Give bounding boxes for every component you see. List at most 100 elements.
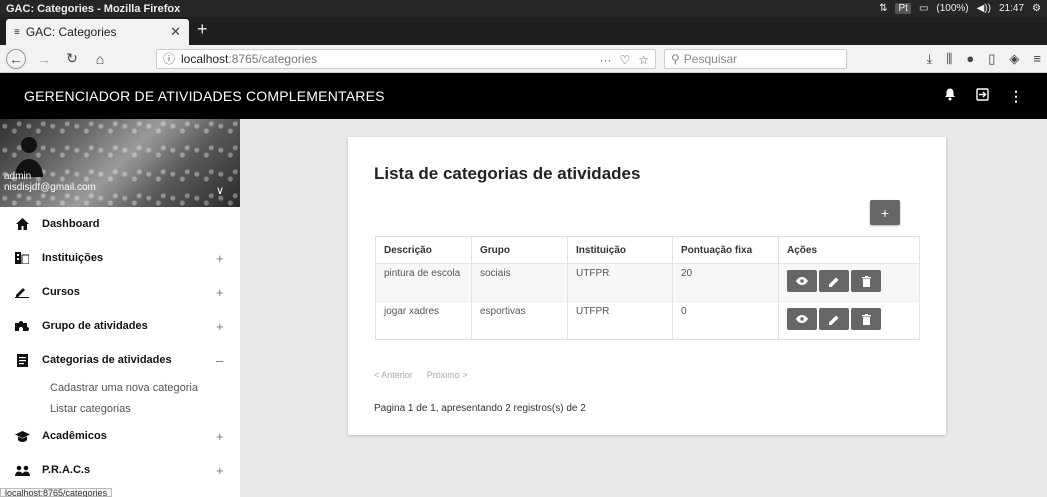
edit-button[interactable]: [819, 308, 849, 330]
address-bar[interactable]: ⓘ localhost :8765/categories ··· ♡ ☆: [156, 48, 656, 69]
document-icon: [14, 353, 30, 367]
notification-bell-icon[interactable]: [944, 88, 956, 104]
chevron-down-icon[interactable]: ∨: [216, 184, 224, 197]
pencil-icon: [828, 277, 838, 287]
prev-page-link[interactable]: < Anterior: [374, 370, 413, 380]
profile-banner: admin nisdisjdf@gmail.com ∨: [0, 119, 240, 207]
pocket-icon[interactable]: ♡: [619, 53, 630, 67]
more-vertical-icon[interactable]: ⋮: [1009, 88, 1023, 105]
close-tab-icon[interactable]: ✕: [170, 24, 181, 40]
url-host: localhost: [181, 51, 229, 66]
table-header-row: Descrição Grupo Instituição Pontuação fi…: [375, 236, 920, 264]
people-icon: [14, 463, 30, 477]
expand-toggle[interactable]: +: [216, 429, 224, 444]
back-arrow-icon[interactable]: ←: [6, 48, 26, 69]
cell-grupo: sociais: [471, 263, 568, 302]
cell-instituicao: UTFPR: [567, 263, 673, 302]
more-dots-icon[interactable]: ···: [599, 53, 611, 67]
forward-arrow-icon[interactable]: →: [34, 49, 54, 69]
bookmark-star-icon[interactable]: ☆: [638, 53, 649, 67]
cell-instituicao: UTFPR: [567, 301, 673, 340]
header-actions: ⋮: [944, 88, 1023, 105]
info-icon[interactable]: ⓘ: [163, 50, 175, 67]
expand-toggle[interactable]: +: [216, 319, 224, 334]
clock[interactable]: 21:47: [999, 3, 1024, 14]
add-category-button[interactable]: +: [870, 200, 900, 225]
submenu-item-cadastrar-categoria[interactable]: Cadastrar uma nova categoria: [50, 377, 240, 398]
reload-icon[interactable]: ↻: [62, 49, 82, 69]
search-icon: ⚲: [671, 51, 680, 66]
sidebar-item-cursos[interactable]: Cursos +: [0, 275, 240, 309]
sidebar: admin nisdisjdf@gmail.com ∨ Dashboard In…: [0, 119, 240, 497]
browser-toolbar: ⤓ ⫼ ● ▯ ◈ ≡: [927, 51, 1041, 67]
os-top-bar: GAC: Categories - Mozilla Firefox ⇅ Pt ▭…: [0, 0, 1047, 17]
sidebar-item-label: P.R.A.C.s: [42, 464, 91, 476]
new-tab-icon[interactable]: +: [197, 19, 208, 40]
download-icon[interactable]: ⤓: [927, 51, 933, 67]
sidebar-item-pracs[interactable]: P.R.A.C.s +: [0, 453, 240, 487]
sidebar-item-label: Grupo de atividades: [42, 320, 148, 332]
home-browser-icon[interactable]: ⌂: [90, 49, 110, 69]
app-title: GERENCIADOR DE ATIVIDADES COMPLEMENTARES: [24, 88, 385, 104]
cell-pontuacao: 20: [672, 263, 779, 302]
network-icon[interactable]: ⇅: [879, 3, 887, 14]
row-actions: [787, 306, 911, 330]
edit-button[interactable]: [819, 270, 849, 292]
expand-toggle[interactable]: +: [216, 285, 224, 300]
sidebar-item-grupo-de-atividades[interactable]: Grupo de atividades +: [0, 309, 240, 343]
page-title: Lista de categorias de atividades: [374, 164, 641, 183]
categories-table: Descrição Grupo Instituição Pontuação fi…: [375, 236, 920, 340]
cell-descricao: pintura de escola: [375, 263, 472, 302]
column-header-grupo[interactable]: Grupo: [471, 236, 568, 264]
language-indicator[interactable]: Pt: [895, 3, 911, 14]
user-info: admin nisdisjdf@gmail.com: [4, 171, 96, 193]
app-header: GERENCIADOR DE ATIVIDADES COMPLEMENTARES…: [0, 73, 1047, 119]
categorias-submenu: Cadastrar uma nova categoria Listar cate…: [0, 377, 240, 419]
battery-level: (100%): [936, 3, 969, 14]
sidebar-item-dashboard[interactable]: Dashboard: [0, 207, 240, 241]
extension-icon[interactable]: ◈: [1009, 51, 1019, 67]
column-header-instituicao[interactable]: Instituição: [567, 236, 673, 264]
search-field[interactable]: ⚲ Pesquisar: [664, 48, 847, 69]
collapse-toggle[interactable]: –: [216, 353, 223, 368]
submenu-item-listar-categorias[interactable]: Listar categorias: [50, 398, 240, 419]
next-page-link[interactable]: Próximo >: [427, 370, 468, 380]
view-button[interactable]: [787, 308, 817, 330]
volume-icon[interactable]: ◀)): [977, 3, 991, 14]
eye-icon: [796, 315, 808, 323]
delete-button[interactable]: [851, 308, 881, 330]
window-title: GAC: Categories - Mozilla Firefox: [6, 2, 181, 15]
logout-icon[interactable]: [976, 88, 989, 104]
user-email: nisdisjdf@gmail.com: [4, 182, 96, 193]
eye-icon: [796, 277, 808, 285]
sidebar-item-label: Categorias de atividades: [42, 354, 172, 366]
row-actions: [787, 268, 911, 292]
status-bar-url: localhost:8765/categories: [0, 488, 113, 497]
table-row: pintura de escola sociais UTFPR 20: [375, 263, 920, 302]
sidebar-item-academicos[interactable]: Acadêmicos +: [0, 419, 240, 453]
pagination: < Anterior Próximo >: [374, 370, 468, 380]
hamburger-menu-icon[interactable]: ≡: [1033, 51, 1041, 67]
column-header-descricao[interactable]: Descrição: [375, 236, 472, 264]
adblock-icon[interactable]: ●: [966, 51, 974, 67]
cell-grupo: esportivas: [471, 301, 568, 340]
pencil-icon: [14, 285, 30, 299]
trash-icon: [861, 313, 871, 325]
sidebar-item-instituicoes[interactable]: Instituições +: [0, 241, 240, 275]
browser-tab[interactable]: ≡ GAC: Categories ✕: [6, 19, 189, 45]
expand-toggle[interactable]: +: [216, 463, 224, 478]
graduation-cap-icon: [14, 429, 30, 443]
settings-gear-icon[interactable]: ⚙: [1032, 3, 1041, 14]
battery-icon[interactable]: ▭: [919, 3, 928, 14]
view-button[interactable]: [787, 270, 817, 292]
sidebar-item-label: Acadêmicos: [42, 430, 107, 442]
column-header-pontuacao[interactable]: Pontuação fixa: [672, 236, 779, 264]
library-icon[interactable]: ⫼: [946, 51, 952, 67]
trash-icon: [861, 275, 871, 287]
expand-toggle[interactable]: +: [216, 251, 224, 266]
delete-button[interactable]: [851, 270, 881, 292]
puzzle-icon: [14, 319, 30, 333]
cell-acoes: [778, 301, 920, 340]
sidebar-toggle-icon[interactable]: ▯: [988, 51, 995, 67]
sidebar-item-categorias-de-atividades[interactable]: Categorias de atividades –: [0, 343, 240, 377]
